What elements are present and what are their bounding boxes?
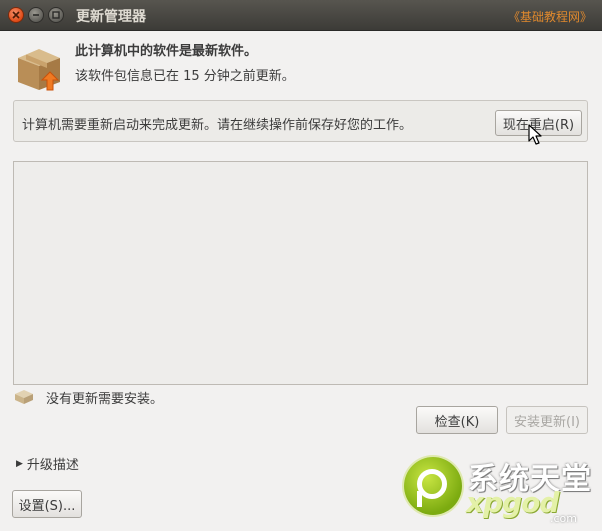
check-button[interactable]: 检查(K) xyxy=(416,406,498,434)
restart-message: 计算机需要重新启动来完成更新。请在继续操作前保存好您的工作。 xyxy=(22,118,413,133)
titlebar: 更新管理器 《基础教程网》 xyxy=(0,0,602,31)
close-icon[interactable] xyxy=(8,7,24,23)
minimize-icon[interactable] xyxy=(28,7,44,23)
upgrade-description-expander[interactable]: ▶ 升级描述 xyxy=(16,454,79,473)
logo-domain: .com xyxy=(550,512,577,525)
expander-label: 升级描述 xyxy=(26,458,79,473)
package-icon xyxy=(15,390,33,404)
update-manager-window: 更新管理器 《基础教程网》 此计算机中的软件是最新软件。 该软件包信息已在 15… xyxy=(0,0,602,531)
header-title: 此计算机中的软件是最新软件。 xyxy=(75,44,258,59)
logo-sub: xpgod xyxy=(466,486,559,519)
package-update-icon xyxy=(18,49,60,91)
updates-list[interactable] xyxy=(13,161,588,385)
restart-infobar: 计算机需要重新启动来完成更新。请在继续操作前保存好您的工作。 现在重启(R) xyxy=(13,100,588,142)
mouse-cursor-icon xyxy=(528,124,542,145)
maximize-icon[interactable] xyxy=(48,7,64,23)
install-updates-button[interactable]: 安装更新(I) xyxy=(506,406,588,434)
header-subtitle: 该软件包信息已在 15 分钟之前更新。 xyxy=(75,69,295,84)
site-watermark: 《基础教程网》 xyxy=(507,10,592,24)
site-logo-icon xyxy=(404,457,462,515)
settings-button[interactable]: 设置(S)... xyxy=(12,490,82,518)
triangle-right-icon: ▶ xyxy=(16,458,23,469)
window-title: 更新管理器 xyxy=(76,9,146,25)
status-text: 没有更新需要安装。 xyxy=(46,392,164,407)
